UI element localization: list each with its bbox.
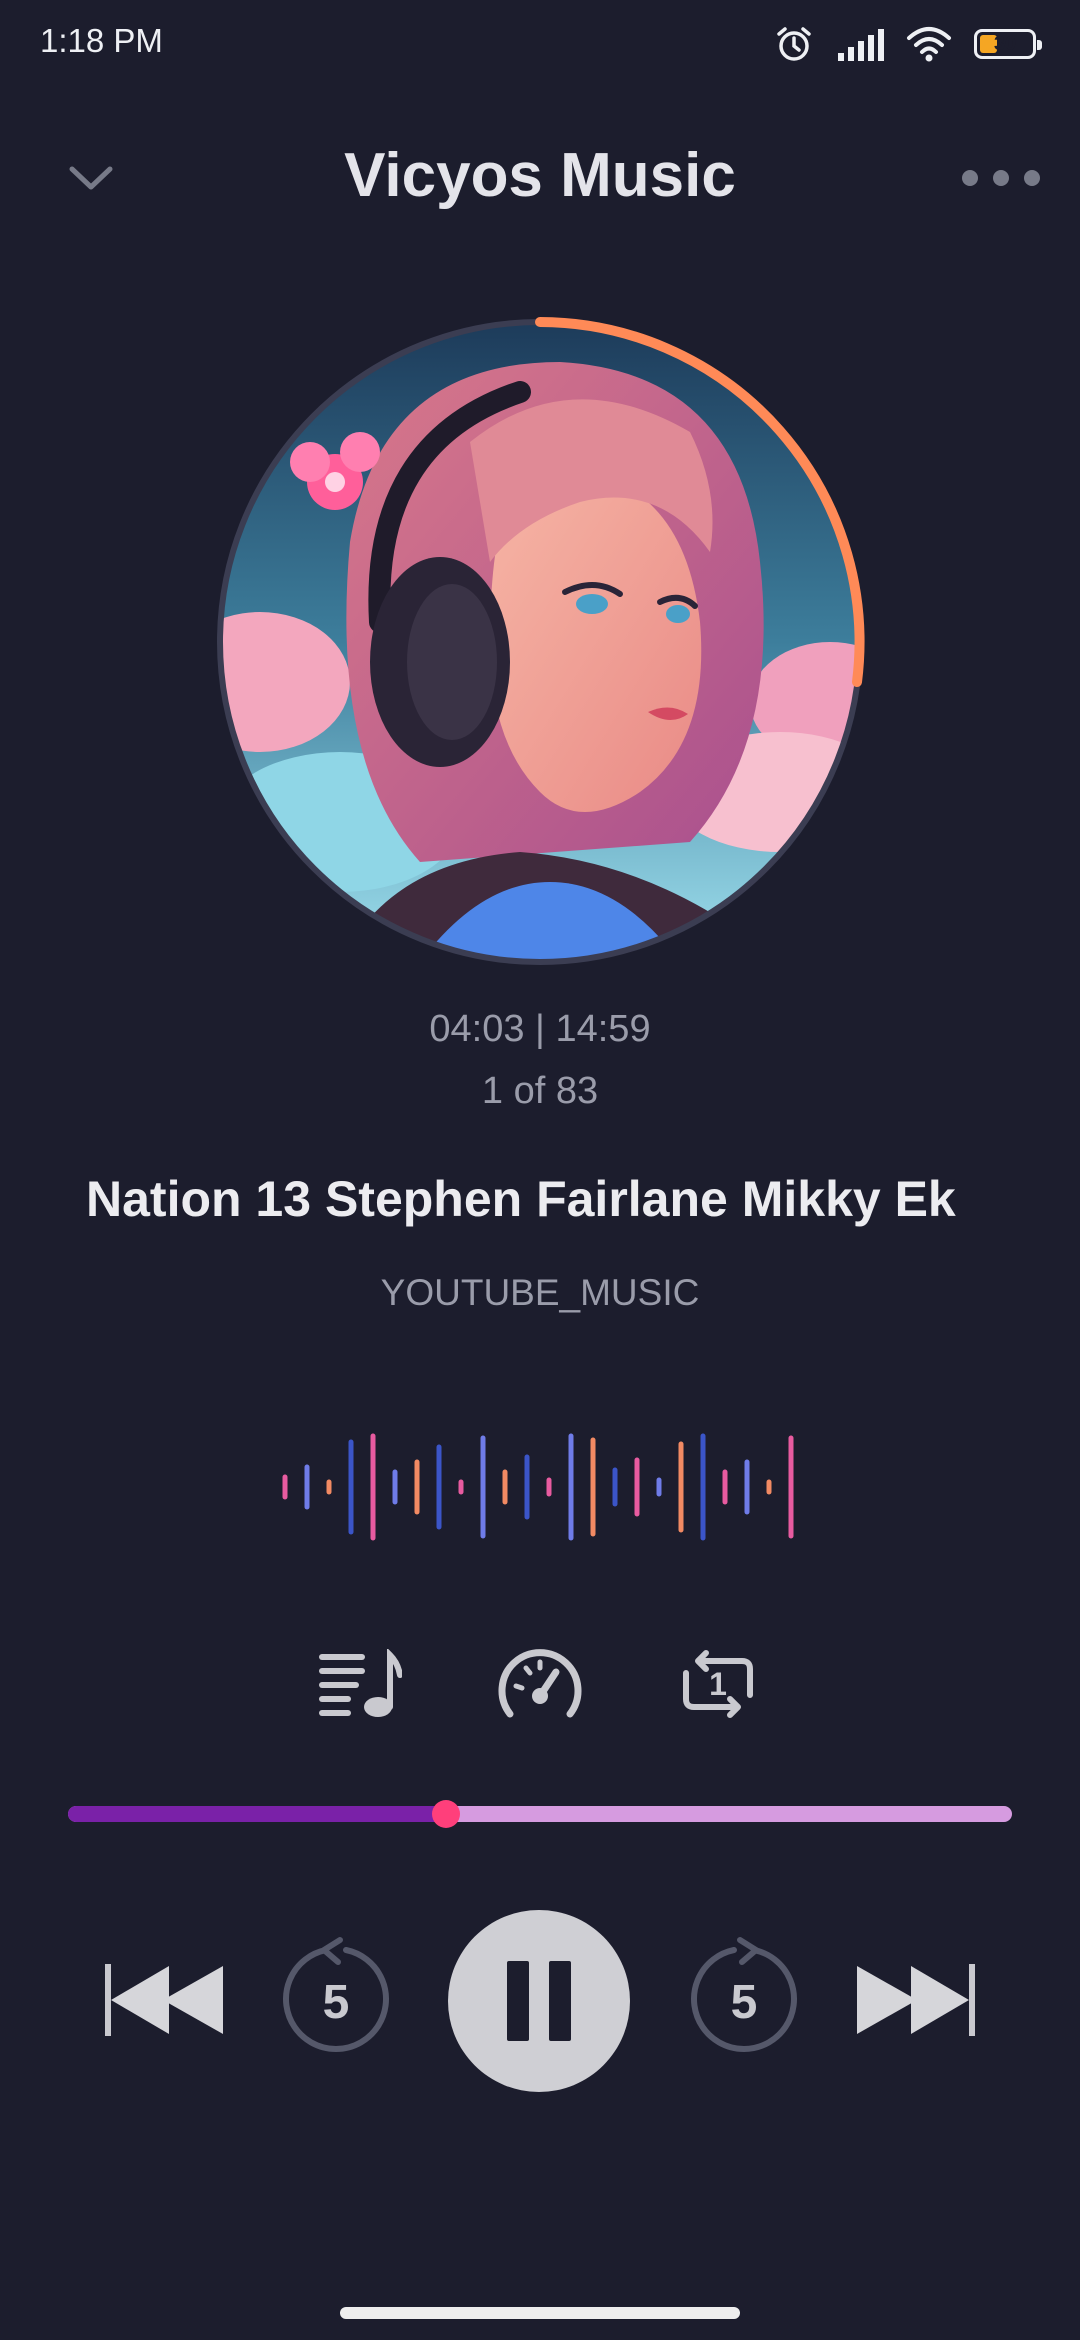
next-track-button[interactable] xyxy=(850,1950,980,2050)
track-title-marquee: Nation 13 Stephen Fairlane Mikky Ek xyxy=(86,1171,956,1227)
skip-next-icon xyxy=(857,1964,975,2036)
pause-icon xyxy=(507,1961,571,2041)
alarm-icon xyxy=(777,27,811,61)
home-indicator[interactable] xyxy=(340,2307,740,2319)
speedometer-icon xyxy=(498,1649,582,1718)
forward-5-icon: 5 xyxy=(691,1937,797,2052)
replay-5-icon: 5 xyxy=(283,1937,389,2052)
album-art-container[interactable] xyxy=(210,312,870,972)
more-options-button[interactable] xyxy=(962,160,1040,196)
rewind-5-button[interactable]: 5 xyxy=(278,1932,394,2062)
queue-music-icon xyxy=(319,1649,402,1717)
elapsed-duration-text: 04:03 | 14:59 xyxy=(429,1008,651,1050)
signal-icon xyxy=(838,29,884,61)
battery-icon: 30 xyxy=(974,29,1042,59)
repeat-one-label: 1 xyxy=(709,1666,727,1702)
repeat-one-button[interactable]: 1 xyxy=(670,1636,766,1732)
forward-5-button[interactable]: 5 xyxy=(686,1932,802,2062)
status-icons: 30 xyxy=(774,24,1042,64)
repeat-one-icon: 1 xyxy=(683,1650,753,1718)
rewind-seconds: 5 xyxy=(323,1976,350,2029)
status-time: 1:18 PM xyxy=(40,22,163,59)
track-index-text: 1 of 83 xyxy=(481,1070,599,1112)
pause-button[interactable] xyxy=(448,1910,630,2092)
playback-speed-button[interactable] xyxy=(492,1636,588,1732)
playback-ring xyxy=(217,317,865,965)
app-title: Vicyos Music xyxy=(344,141,736,210)
wifi-icon xyxy=(907,27,951,62)
forward-seconds: 5 xyxy=(731,1976,758,2029)
track-source: YOUTUBE_MUSIC xyxy=(380,1272,700,1313)
audio-visualizer xyxy=(282,1433,794,1541)
skip-previous-icon xyxy=(105,1964,223,2036)
seek-thumb[interactable] xyxy=(431,1800,460,1828)
previous-track-button[interactable] xyxy=(100,1950,230,2050)
battery-level: 30 xyxy=(993,33,1017,55)
seek-progress-fill xyxy=(68,1806,446,1822)
more-dots-icon xyxy=(962,170,978,186)
seek-bar[interactable] xyxy=(68,1800,1012,1828)
queue-button[interactable] xyxy=(312,1636,408,1732)
